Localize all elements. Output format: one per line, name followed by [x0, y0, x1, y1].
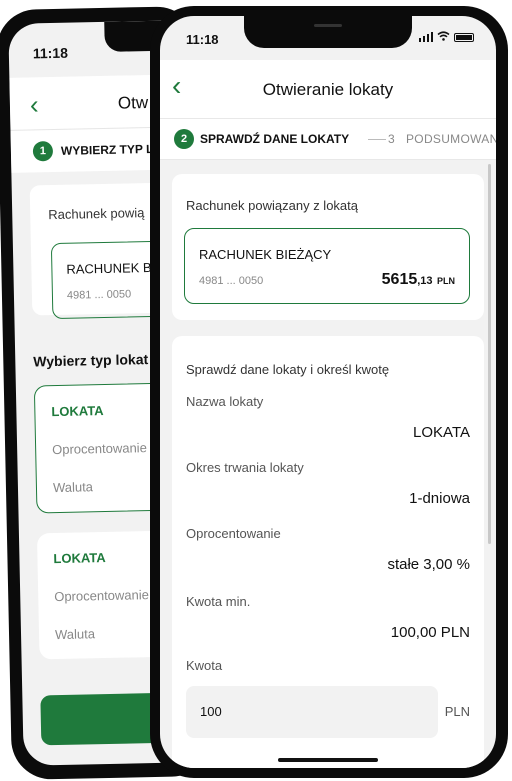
- deposit-name-value: LOKATA: [413, 424, 470, 441]
- balance-integer: 5615: [381, 271, 418, 288]
- content-scroll-area[interactable]: Rachunek powiązany z lokatą RACHUNEK BIE…: [160, 158, 496, 768]
- deposit-card-title: LOKATA: [53, 550, 106, 567]
- deposit-details-card: Sprawdź dane lokaty i określ kwotę Nazwa…: [172, 336, 484, 768]
- min-amount-label: Kwota min.: [186, 594, 251, 609]
- deposit-card-currency-label: Waluta: [54, 626, 96, 643]
- back-section-title: Wybierz typ lokat: [33, 351, 149, 370]
- linked-account-label: Rachunek powiązany z lokatą: [186, 198, 358, 213]
- account-number: 4981 ... 0050: [199, 275, 264, 287]
- status-time: 11:18: [186, 32, 219, 47]
- min-amount-value: 100,00 PLN: [390, 624, 470, 641]
- back-step-number: 1: [32, 141, 54, 162]
- back-step-label: WYBIERZ TYP L: [60, 141, 154, 158]
- details-title: Sprawdź dane lokaty i określ kwotę: [186, 362, 390, 377]
- notch: [244, 16, 412, 48]
- step-indicator: 2 SPRAWDŹ DANE LOKATY 3 PODSUMOWANI: [160, 118, 496, 160]
- amount-input[interactable]: 100: [186, 686, 438, 738]
- deposit-period-value: 1-dniowa: [409, 490, 470, 507]
- page-title: Otwieranie lokaty: [262, 80, 394, 99]
- back-status-time: 11:18: [32, 44, 69, 62]
- front-phone-screen: 11:18 ‹ Otwieranie lokaty 2 SPRAWDŹ DANE…: [160, 16, 496, 768]
- back-account-number: 4981 ... 0050: [66, 288, 132, 302]
- deposit-card-currency-label: Waluta: [52, 479, 94, 496]
- account-tile[interactable]: RACHUNEK BIEŻĄCY 4981 ... 0050 5615,13 P…: [184, 228, 470, 304]
- current-step-number: 2: [174, 129, 194, 149]
- home-indicator: [278, 758, 378, 762]
- deposit-card-title: LOKATA: [51, 403, 104, 420]
- deposit-name-label: Nazwa lokaty: [186, 394, 264, 409]
- back-account-name: RACHUNEK BI: [66, 259, 156, 277]
- front-phone: 11:18 ‹ Otwieranie lokaty 2 SPRAWDŹ DANE…: [150, 6, 508, 778]
- scrollbar[interactable]: [488, 164, 491, 544]
- back-page-title: Otw: [117, 93, 149, 113]
- balance-decimal: ,13: [417, 275, 433, 287]
- amount-currency: PLN: [444, 704, 470, 719]
- back-chevron-left-icon[interactable]: ‹: [30, 89, 39, 120]
- interest-rate-value: stałe 3,00 %: [387, 556, 470, 573]
- next-step-number: 3: [388, 132, 395, 146]
- app-header: ‹ Otwieranie lokaty: [160, 60, 496, 118]
- step-separator: [368, 139, 386, 140]
- next-step-label: PODSUMOWANI: [406, 132, 496, 146]
- amount-label: Kwota: [186, 658, 223, 673]
- deposit-card-rate-label: Oprocentowanie: [52, 440, 147, 458]
- wifi-icon: [437, 30, 450, 44]
- interest-rate-label: Oprocentowanie: [186, 526, 281, 541]
- status-icons: [418, 30, 474, 44]
- deposit-card-rate-label: Oprocentowanie: [54, 587, 150, 605]
- amount-input-value: 100: [200, 704, 222, 719]
- balance-currency: PLN: [437, 276, 455, 286]
- back-account-section-label: Rachunek powią: [48, 205, 145, 223]
- account-balance: 5615,13 PLN: [382, 271, 455, 289]
- account-name: RACHUNEK BIEŻĄCY: [199, 247, 332, 262]
- battery-icon: [454, 32, 474, 42]
- linked-account-card: Rachunek powiązany z lokatą RACHUNEK BIE…: [172, 174, 484, 320]
- speaker-grille: [314, 24, 342, 27]
- deposit-period-label: Okres trwania lokaty: [186, 460, 304, 475]
- current-step-label: SPRAWDŹ DANE LOKATY: [200, 132, 350, 146]
- signal-icon: [418, 32, 433, 42]
